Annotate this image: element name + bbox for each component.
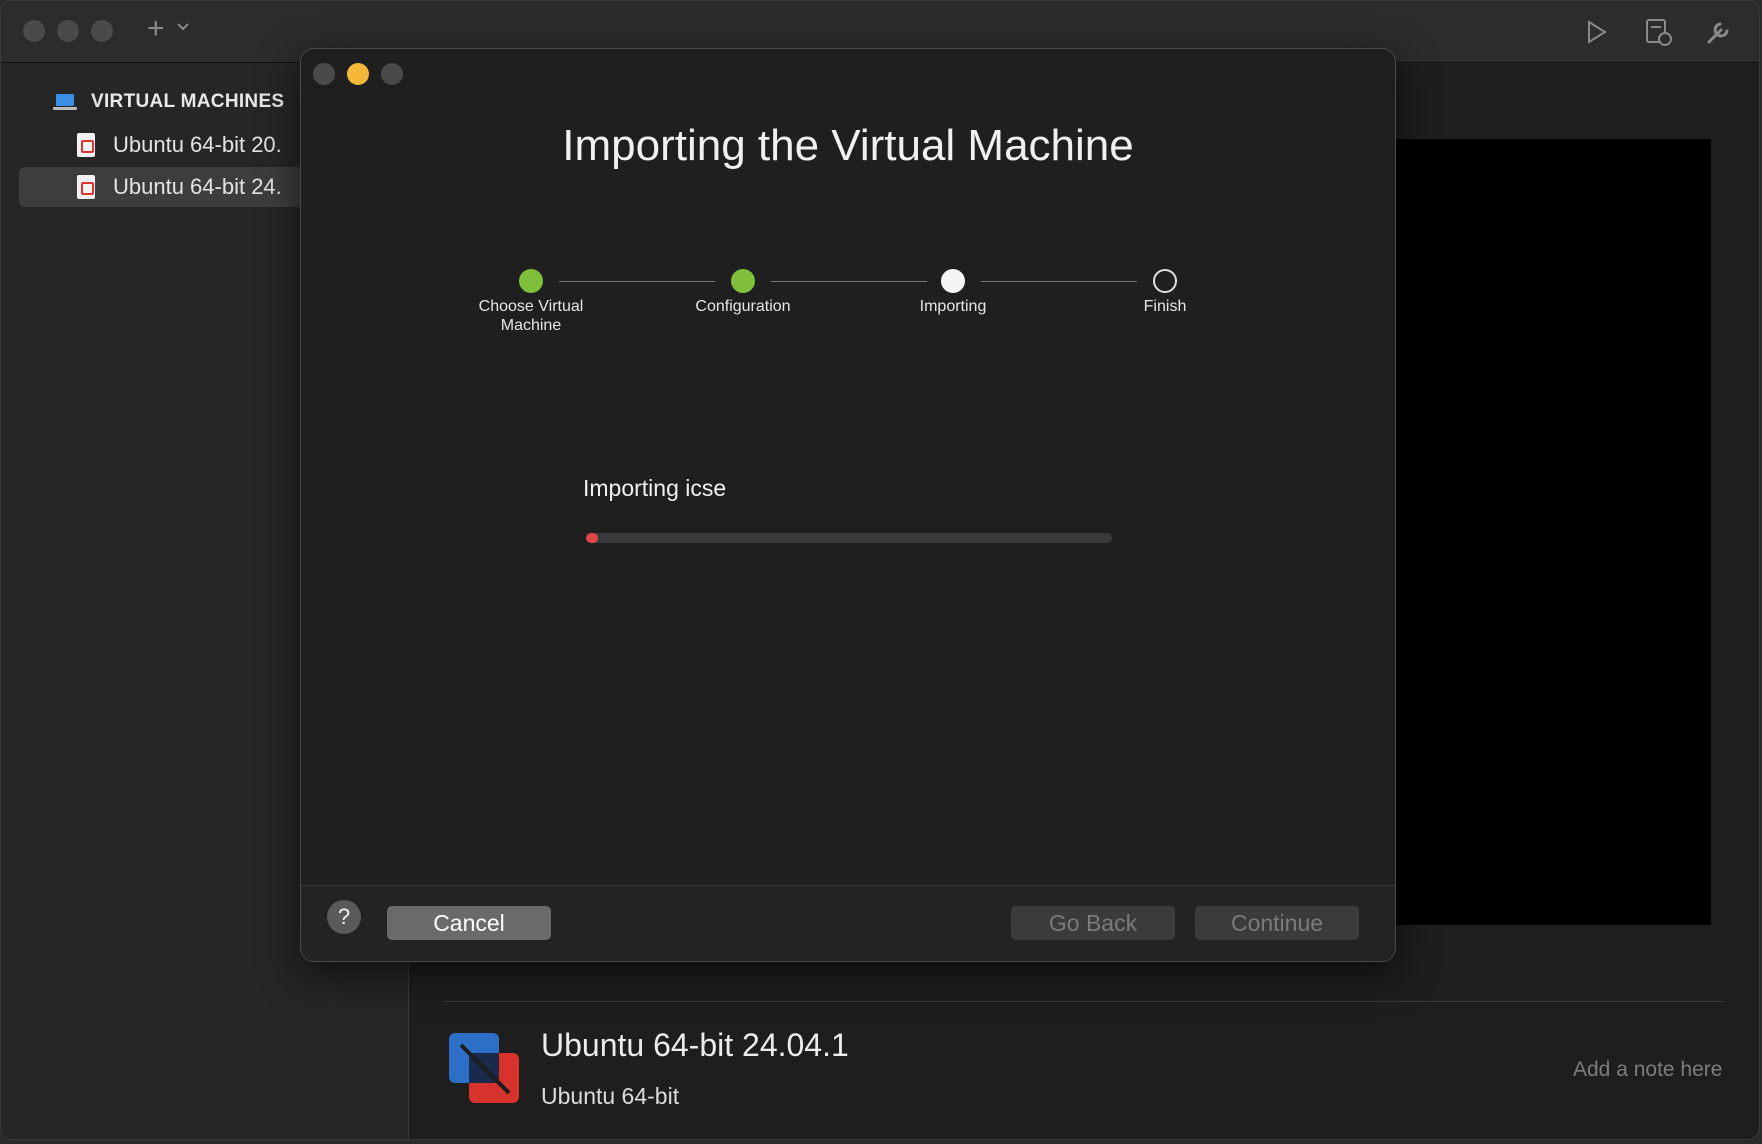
zoom-window-button[interactable] — [91, 20, 113, 42]
cancel-button[interactable]: Cancel — [387, 906, 551, 940]
import-progress-bar — [586, 533, 1112, 543]
step-dot-importing — [941, 269, 965, 293]
dialog-zoom-button[interactable] — [381, 63, 403, 85]
go-back-button[interactable]: Go Back — [1011, 906, 1175, 940]
play-icon[interactable] — [1579, 15, 1613, 49]
step-dot-configuration — [731, 269, 755, 293]
step-dot-choose — [519, 269, 543, 293]
import-dialog: Importing the Virtual Machine Choose Vir… — [300, 48, 1396, 962]
dialog-title: Importing the Virtual Machine — [562, 121, 1134, 170]
vm-preview[interactable] — [1391, 139, 1711, 925]
close-window-button[interactable] — [23, 20, 45, 42]
step-label-finish: Finish — [1143, 298, 1187, 315]
step-indicator: Choose Virtual Machine Configuration Imp… — [301, 269, 1395, 359]
vm-file-icon — [77, 133, 95, 157]
vm-name: Ubuntu 64-bit 24.04.1 — [541, 1027, 849, 1063]
dialog-minimize-button[interactable] — [347, 63, 369, 85]
step-label-configuration: Configuration — [695, 298, 791, 315]
step-connector — [771, 281, 927, 282]
step-connector — [981, 281, 1137, 282]
dialog-footer: ? Cancel Go Back Continue — [301, 885, 1395, 961]
vm-os: Ubuntu 64-bit — [541, 1083, 680, 1109]
step-label-importing: Importing — [919, 298, 987, 315]
sidebar-item-label: Ubuntu 64-bit 20. — [113, 132, 282, 157]
step-dot-finish — [1153, 269, 1177, 293]
continue-button[interactable]: Continue — [1195, 906, 1359, 940]
step-connector — [559, 281, 715, 282]
dialog-close-button[interactable] — [313, 63, 335, 85]
vmware-logo-icon — [449, 1033, 519, 1103]
chevron-down-icon[interactable] — [176, 21, 190, 33]
sidebar-item-label: Ubuntu 64-bit 24. — [113, 174, 282, 199]
sidebar-header: VIRTUAL MACHINES — [53, 91, 284, 113]
laptop-icon — [53, 94, 77, 110]
add-icon[interactable]: + — [147, 11, 165, 47]
import-status-label: Importing icse — [583, 475, 727, 501]
snapshot-icon[interactable] — [1641, 15, 1675, 49]
sidebar-header-label: VIRTUAL MACHINES — [91, 91, 285, 112]
minimize-window-button[interactable] — [57, 20, 79, 42]
divider — [445, 1001, 1723, 1002]
help-icon[interactable]: ? — [327, 900, 361, 934]
wrench-icon[interactable] — [1701, 15, 1735, 49]
step-label-choose: Choose Virtual Machine — [478, 298, 584, 334]
vm-file-icon — [77, 175, 95, 199]
import-progress-fill — [586, 533, 598, 543]
note-field[interactable]: Add a note here — [1573, 1058, 1722, 1082]
